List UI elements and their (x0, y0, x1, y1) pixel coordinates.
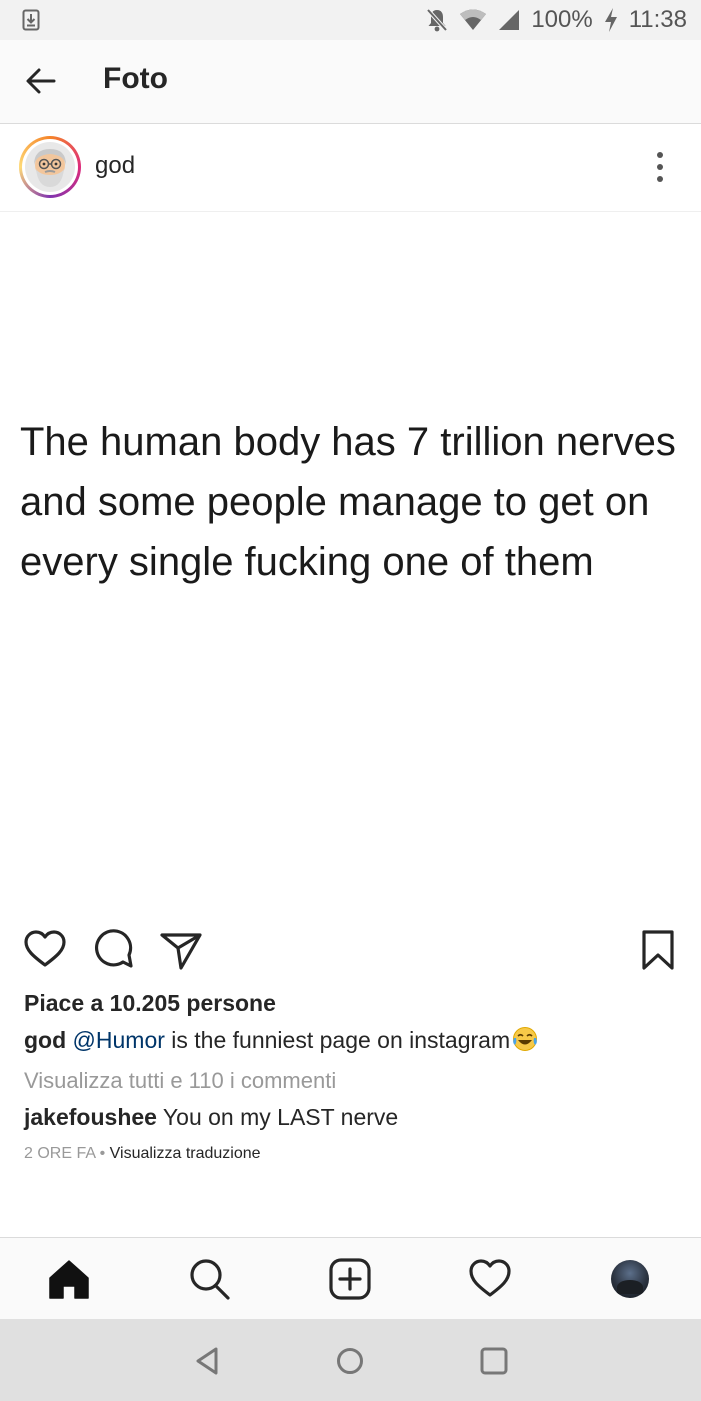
comment: jakefoushee You on my LAST nerve (24, 1104, 398, 1131)
search-icon[interactable] (186, 1256, 232, 1302)
recents-square-icon[interactable] (478, 1345, 510, 1377)
avatar-inner (22, 139, 78, 195)
meme-text: The human body has 7 trillion nerves and… (20, 420, 676, 584)
system-nav-bar (0, 1319, 701, 1401)
app-header: Foto (0, 40, 701, 124)
caption-username[interactable]: god (24, 1027, 66, 1053)
more-vertical-icon[interactable] (650, 150, 670, 184)
add-post-icon[interactable] (327, 1256, 373, 1302)
post-username[interactable]: god (95, 152, 135, 180)
cell-signal-icon (499, 10, 520, 30)
share-icon[interactable] (159, 928, 203, 972)
download-icon (22, 9, 40, 31)
view-all-comments-link[interactable]: Visualizza tutti e 110 i commenti (24, 1068, 336, 1094)
bookmark-icon[interactable] (636, 928, 680, 972)
old-man-emoji-avatar (25, 142, 75, 192)
comment-icon[interactable] (91, 928, 135, 972)
caption-mention[interactable]: @Humor (73, 1027, 165, 1053)
post-timestamp: 2 ORE FA (24, 1145, 96, 1162)
tears-of-joy-emoji-icon (513, 1027, 538, 1051)
post-meta: 2 ORE FA • Visualizza traduzione (24, 1145, 261, 1163)
clock: 11:38 (628, 6, 687, 33)
activity-heart-icon[interactable] (467, 1256, 513, 1302)
arrow-left-icon[interactable] (24, 64, 58, 98)
home-circle-icon[interactable] (334, 1345, 366, 1377)
home-icon[interactable] (46, 1256, 92, 1302)
post-image[interactable]: The human body has 7 trillion nerves and… (0, 212, 701, 918)
meta-separator: • (95, 1145, 110, 1162)
comment-text: You on my LAST nerve (156, 1104, 399, 1130)
comment-username[interactable]: jakefoushee (24, 1104, 157, 1130)
wifi-icon (460, 9, 487, 30)
post-header: god (0, 124, 701, 212)
status-bar: 100% 11:38 (0, 0, 701, 40)
heart-icon[interactable] (23, 928, 67, 972)
charging-icon (604, 8, 617, 32)
profile-avatar[interactable] (607, 1256, 653, 1302)
bottom-nav (0, 1237, 701, 1319)
likes-count[interactable]: Piace a 10.205 persone (24, 990, 276, 1017)
avatar[interactable] (19, 136, 81, 198)
view-translation-link[interactable]: Visualizza traduzione (110, 1145, 261, 1162)
back-triangle-icon[interactable] (192, 1345, 224, 1377)
page-title: Foto (103, 62, 168, 95)
bell-off-icon (426, 8, 448, 32)
caption: god @Humor is the funniest page on insta… (24, 1026, 538, 1054)
profile-avatar-image (611, 1260, 649, 1298)
battery-percent: 100% (531, 6, 593, 33)
post-actions (0, 920, 701, 984)
caption-text: is the funniest page on instagram (164, 1027, 511, 1053)
